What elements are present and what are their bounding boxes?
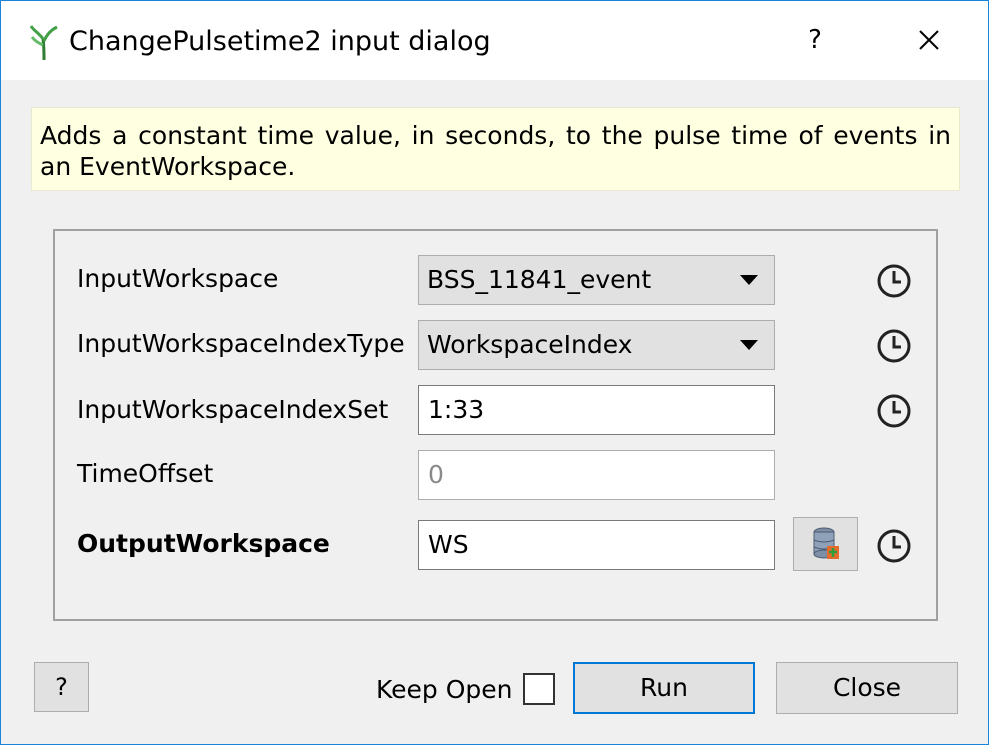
index-type-value: WorkspaceIndex	[427, 330, 633, 359]
close-icon	[919, 30, 939, 50]
time-offset-label: TimeOffset	[77, 459, 214, 488]
index-set-label: InputWorkspaceIndexSet	[77, 395, 389, 424]
index-set-input[interactable]: 1:33	[418, 385, 775, 435]
title-bar: ChangePulsetime2 input dialog ?	[1, 1, 988, 80]
history-clock-icon[interactable]	[875, 527, 913, 565]
dropdown-arrow-icon	[740, 340, 758, 350]
input-workspace-label: InputWorkspace	[77, 264, 279, 293]
window-title: ChangePulsetime2 input dialog	[69, 26, 491, 57]
workspace-picker-button[interactable]	[793, 517, 858, 571]
index-type-label: InputWorkspaceIndexType	[77, 329, 405, 358]
history-clock-icon[interactable]	[875, 392, 913, 430]
history-clock-icon[interactable]	[875, 262, 913, 300]
time-offset-input[interactable]: 0	[418, 450, 775, 500]
output-workspace-input[interactable]: WS	[418, 520, 775, 570]
database-icon	[813, 527, 839, 559]
output-workspace-label: OutputWorkspace	[77, 529, 330, 558]
close-button[interactable]: Close	[776, 662, 958, 714]
input-workspace-value: BSS_11841_event	[427, 265, 652, 294]
title-help-button[interactable]: ?	[795, 19, 835, 61]
algorithm-description: Adds a constant time value, in seconds, …	[31, 107, 960, 191]
run-button[interactable]: Run	[573, 662, 755, 714]
history-clock-icon[interactable]	[875, 327, 913, 365]
index-type-combo[interactable]: WorkspaceIndex	[418, 320, 775, 370]
help-button[interactable]: ?	[34, 662, 89, 712]
input-workspace-combo[interactable]: BSS_11841_event	[418, 255, 775, 305]
dialog-window: ChangePulsetime2 input dialog ? Adds a c…	[0, 0, 989, 745]
keep-open-checkbox[interactable]	[523, 673, 555, 705]
keep-open-label: Keep Open	[376, 675, 513, 704]
close-window-button[interactable]	[906, 19, 952, 61]
dropdown-arrow-icon	[740, 275, 758, 285]
mantid-plant-icon	[29, 25, 58, 61]
